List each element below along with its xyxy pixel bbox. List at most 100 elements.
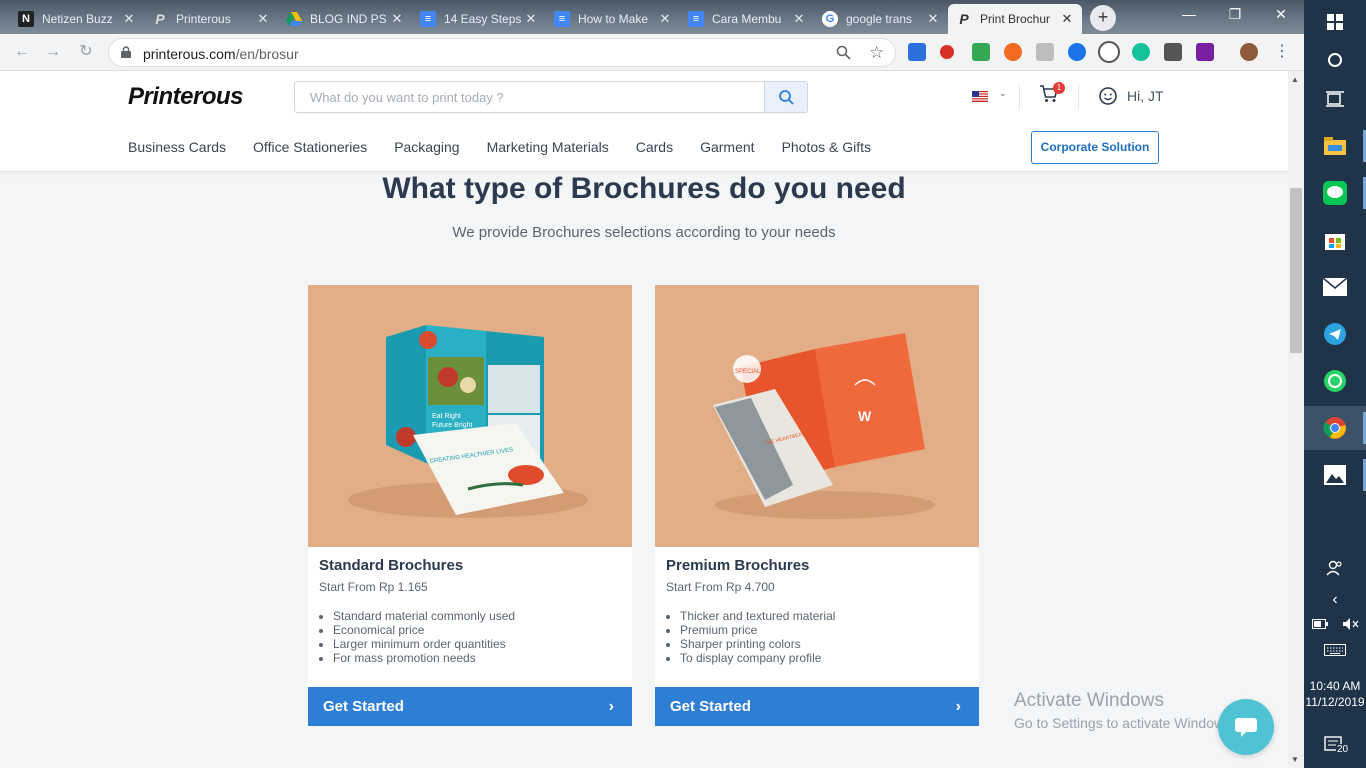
extension-blue-icon[interactable] — [1068, 43, 1086, 61]
tab-google-translate[interactable]: G google trans ✕ — [814, 4, 948, 34]
tab-14-easy-steps[interactable]: ≡ 14 Easy Steps ✕ — [412, 4, 546, 34]
feature-item: Sharper printing colors — [680, 637, 835, 651]
zoom-icon[interactable] — [836, 45, 851, 64]
keyboard-button[interactable] — [1304, 628, 1366, 672]
chevron-down-icon[interactable]: ⌄ — [999, 88, 1007, 99]
menu-item-photos-gifts[interactable]: Photos & Gifts — [782, 139, 871, 155]
tab-title: Cara Membu — [712, 12, 782, 26]
browser-toolbar: ← → ↻ printerous.com/en/brosur ☆ ⋮ — [0, 34, 1304, 71]
tab-title: google trans — [846, 12, 913, 26]
task-view-icon — [1326, 91, 1344, 107]
tab-netizen-buzz[interactable]: N Netizen Buzz ✕ — [10, 4, 144, 34]
close-icon[interactable]: ✕ — [390, 11, 404, 27]
tab-title: 14 Easy Steps — [444, 12, 522, 26]
close-icon[interactable]: ✕ — [122, 11, 136, 27]
browser-tab-strip: N Netizen Buzz ✕ P Printerous ✕ BLOG IND… — [0, 0, 1304, 34]
close-icon[interactable]: ✕ — [926, 11, 940, 27]
address-bar[interactable]: printerous.com/en/brosur ☆ — [108, 38, 896, 67]
extension-orange-icon[interactable] — [1004, 43, 1022, 61]
chat-button[interactable] — [1218, 699, 1274, 755]
extension-v-icon[interactable] — [908, 43, 926, 61]
product-name[interactable]: Premium Brochures — [666, 557, 809, 574]
page-scrollbar[interactable]: ▲ ▼ — [1288, 71, 1304, 768]
windows-logo-icon — [1327, 14, 1343, 30]
restore-button[interactable]: ❐ — [1212, 0, 1258, 30]
scroll-up-arrow[interactable]: ▲ — [1291, 75, 1299, 84]
file-explorer-button[interactable] — [1304, 124, 1366, 168]
cart-button[interactable]: 1 — [1039, 82, 1065, 108]
scroll-down-arrow[interactable]: ▼ — [1291, 755, 1299, 764]
system-clock[interactable]: 10:40 AM 11/12/2019 — [1304, 678, 1366, 710]
tab-cara-membu[interactable]: ≡ Cara Membu ✕ — [680, 4, 814, 34]
page-title: What type of Brochures do you need — [382, 172, 906, 205]
scrollbar-thumb[interactable] — [1290, 188, 1302, 353]
tab-blog-ind[interactable]: BLOG IND PS ✕ — [278, 4, 412, 34]
corporate-solution-button[interactable]: Corporate Solution — [1031, 131, 1159, 164]
bookmark-star-icon[interactable]: ☆ — [869, 43, 884, 63]
premium-brochure-image[interactable]: SPECIAL THE HEARTBEAT OF RIDER W — [655, 285, 979, 547]
user-face-icon — [1099, 87, 1117, 105]
site-header: Printerous ⌄ 1 Hi, JT — [0, 71, 1288, 172]
action-center-button[interactable]: 20 — [1304, 724, 1366, 768]
google-docs-favicon: ≡ — [554, 11, 570, 27]
forward-icon[interactable]: → — [43, 42, 63, 62]
standard-brochure-image[interactable]: Eat Right Future Bright CREATING HEALTHI… — [308, 285, 632, 547]
task-view-button[interactable] — [1304, 77, 1366, 121]
printerous-logo[interactable]: Printerous — [128, 83, 244, 111]
photos-button[interactable] — [1304, 453, 1366, 497]
close-icon[interactable]: ✕ — [524, 11, 538, 27]
chrome-button[interactable] — [1304, 406, 1366, 450]
get-started-button[interactable]: Get Started › — [655, 687, 979, 726]
tab-print-brochure[interactable]: P Print Brochur ✕ — [948, 4, 1082, 34]
whatsapp-button[interactable] — [1304, 359, 1366, 403]
product-name[interactable]: Standard Brochures — [319, 557, 463, 574]
us-flag-icon[interactable] — [972, 91, 988, 102]
grammarly-icon[interactable] — [1132, 43, 1150, 61]
telegram-button[interactable] — [1304, 312, 1366, 356]
cortana-button[interactable] — [1304, 38, 1366, 82]
new-tab-button[interactable]: + — [1090, 5, 1116, 31]
back-icon[interactable]: ← — [12, 42, 32, 62]
profile-avatar[interactable] — [1240, 43, 1258, 61]
extension-dark-icon[interactable] — [1164, 43, 1182, 61]
line-app-button[interactable] — [1304, 171, 1366, 215]
menu-item-garment[interactable]: Garment — [700, 139, 754, 155]
close-window-button[interactable]: ✕ — [1258, 0, 1304, 30]
menu-dots-icon[interactable]: ⋮ — [1272, 42, 1292, 62]
reload-icon[interactable]: ↻ — [76, 42, 96, 62]
minimize-button[interactable]: — — [1166, 0, 1212, 30]
search-input[interactable] — [295, 82, 765, 112]
tab-printerous[interactable]: P Printerous ✕ — [144, 4, 278, 34]
close-icon[interactable]: ✕ — [658, 11, 672, 27]
mail-button[interactable] — [1304, 265, 1366, 309]
lock-icon — [121, 46, 131, 58]
user-menu[interactable]: Hi, JT — [1098, 86, 1164, 106]
tab-how-to-make[interactable]: ≡ How to Make ✕ — [546, 4, 680, 34]
menu-item-cards[interactable]: Cards — [636, 139, 673, 155]
get-started-button[interactable]: Get Started › — [308, 687, 632, 726]
menu-item-business-cards[interactable]: Business Cards — [128, 139, 226, 155]
store-button[interactable] — [1304, 218, 1366, 262]
feature-item: Larger minimum order quantities — [333, 637, 515, 651]
photos-icon — [1324, 465, 1346, 485]
close-icon[interactable]: ✕ — [1060, 11, 1074, 27]
tab-title: BLOG IND PS — [310, 12, 387, 26]
mail-icon — [1323, 278, 1347, 296]
close-icon[interactable]: ✕ — [792, 11, 806, 27]
tab-title: Netizen Buzz — [42, 12, 113, 26]
product-card-premium: SPECIAL THE HEARTBEAT OF RIDER W Premium… — [655, 285, 979, 726]
menu-item-office-stationeries[interactable]: Office Stationeries — [253, 139, 367, 155]
extension-grey-icon[interactable] — [1036, 43, 1054, 61]
menu-item-packaging[interactable]: Packaging — [394, 139, 459, 155]
search-button[interactable] — [764, 82, 807, 112]
extension-green-icon[interactable] — [972, 43, 990, 61]
extension-search-icon[interactable] — [1098, 41, 1120, 63]
keyboard-icon — [1324, 644, 1346, 656]
printerous-favicon: P — [959, 11, 969, 27]
close-icon[interactable]: ✕ — [256, 11, 270, 27]
extension-purple-icon[interactable] — [1196, 43, 1214, 61]
tab-title: Print Brochur — [980, 12, 1051, 26]
extension-red-icon[interactable] — [940, 45, 954, 59]
menu-item-marketing-materials[interactable]: Marketing Materials — [487, 139, 609, 155]
url-domain: printerous.com — [143, 46, 236, 62]
